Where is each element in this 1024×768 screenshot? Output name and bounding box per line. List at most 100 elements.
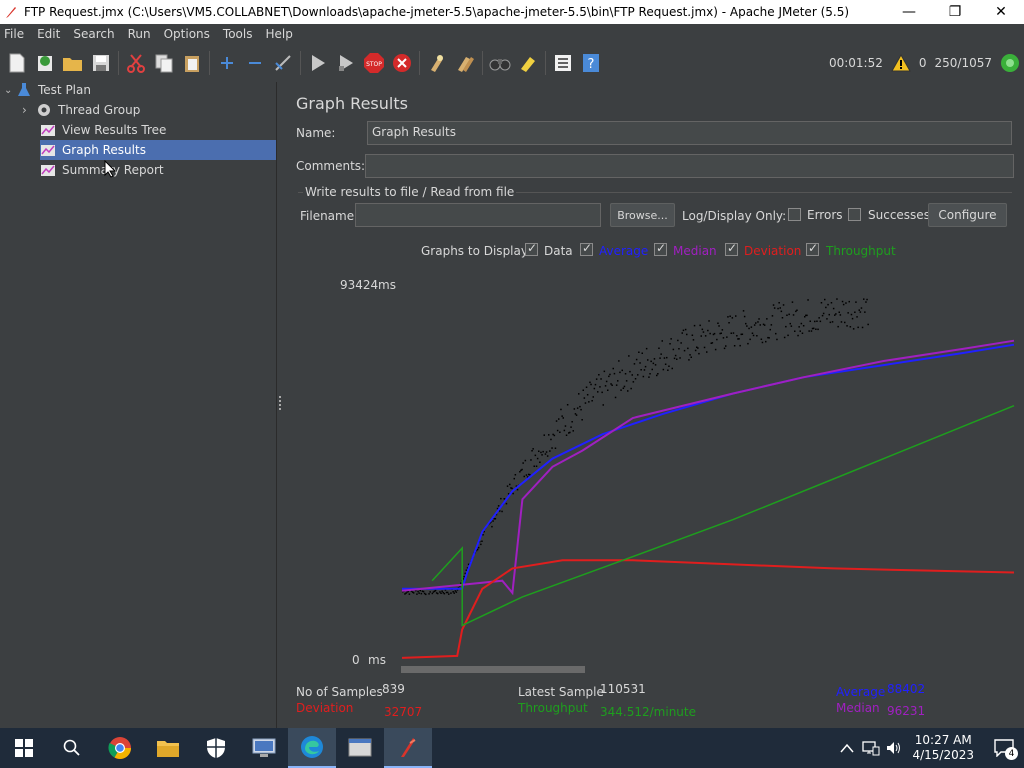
- data-point: [604, 385, 607, 387]
- data-point: [656, 374, 658, 377]
- median-stat-value: 96231: [887, 704, 926, 718]
- data-checkbox[interactable]: [525, 241, 538, 256]
- data-point: [524, 459, 527, 462]
- start-icon[interactable]: [307, 52, 329, 74]
- menu-run[interactable]: Run: [123, 27, 159, 41]
- tree-item-view-results-tree[interactable]: View Results Tree: [40, 120, 276, 140]
- tree-expanded-chevron-icon[interactable]: ⌄: [4, 85, 16, 96]
- edge-taskbar-button[interactable]: [288, 728, 336, 768]
- jmeter-taskbar-button[interactable]: [384, 728, 432, 768]
- tree-item-summary-report[interactable]: Summary Report: [40, 160, 276, 180]
- start-button[interactable]: [0, 728, 48, 768]
- close-button[interactable]: ✕: [978, 0, 1024, 24]
- remote-desktop-taskbar-button[interactable]: [240, 728, 288, 768]
- tree-item-test-plan[interactable]: ⌄ Test Plan: [4, 80, 276, 100]
- errors-checkbox[interactable]: [788, 208, 801, 221]
- filename-input[interactable]: [355, 203, 601, 227]
- data-point: [743, 315, 746, 318]
- save-icon[interactable]: [90, 52, 112, 74]
- data-point: [696, 346, 698, 348]
- paste-icon[interactable]: [181, 52, 203, 74]
- data-point: [579, 405, 581, 408]
- chrome-taskbar-button[interactable]: [96, 728, 144, 768]
- data-point: [759, 324, 761, 326]
- graph-scrollbar[interactable]: [401, 666, 585, 673]
- menu-search[interactable]: Search: [68, 27, 122, 41]
- help-icon[interactable]: ?: [580, 52, 602, 74]
- average-checkbox[interactable]: [580, 241, 593, 256]
- listener-chart-icon: [41, 125, 55, 136]
- toolbar-separator: [118, 51, 119, 75]
- chevron-up-icon[interactable]: [840, 743, 855, 753]
- successes-checkbox[interactable]: [848, 208, 861, 221]
- data-point: [714, 348, 717, 351]
- open-icon[interactable]: [62, 52, 84, 74]
- data-point: [531, 450, 533, 452]
- clock[interactable]: 10:27 AM 4/15/2023: [912, 733, 974, 763]
- search-taskbar-button[interactable]: [48, 728, 96, 768]
- collapse-icon[interactable]: [244, 52, 266, 74]
- data-point: [791, 301, 794, 303]
- network-icon[interactable]: [862, 740, 880, 756]
- comments-field[interactable]: [365, 154, 1014, 178]
- file-explorer-taskbar-button[interactable]: [144, 728, 192, 768]
- warning-icon[interactable]: [891, 54, 911, 72]
- reset-search-icon[interactable]: [517, 52, 539, 74]
- new-icon[interactable]: [6, 52, 28, 74]
- median-checkbox[interactable]: [654, 241, 667, 256]
- data-point: [799, 330, 801, 332]
- data-point: [758, 318, 760, 320]
- shutdown-icon[interactable]: [391, 52, 413, 74]
- configure-button[interactable]: Configure: [928, 203, 1007, 227]
- menu-edit[interactable]: Edit: [32, 27, 68, 41]
- tree-item-graph-results[interactable]: Graph Results: [40, 140, 276, 160]
- stop-icon[interactable]: STOP: [363, 52, 385, 74]
- data-point: [614, 396, 617, 399]
- minimize-button[interactable]: —: [886, 0, 932, 24]
- notifications-button[interactable]: 4: [984, 728, 1024, 768]
- menu-help[interactable]: Help: [260, 27, 300, 41]
- data-point: [644, 365, 647, 368]
- data-point: [528, 473, 530, 476]
- tree-collapsed-chevron-icon[interactable]: ›: [22, 103, 36, 117]
- search-binoculars-icon[interactable]: [489, 52, 511, 74]
- data-point: [460, 582, 462, 584]
- split-pane-divider[interactable]: [276, 82, 282, 728]
- data-point: [430, 588, 432, 590]
- data-point: [523, 475, 525, 478]
- data-point: [581, 419, 583, 421]
- data-point: [738, 338, 740, 340]
- data-point: [457, 587, 460, 589]
- deviation-checkbox[interactable]: [725, 241, 738, 256]
- clear-all-icon[interactable]: [454, 52, 476, 74]
- security-taskbar-button[interactable]: [192, 728, 240, 768]
- templates-icon[interactable]: [34, 52, 56, 74]
- browse-button[interactable]: Browse...: [610, 203, 675, 227]
- settings-taskbar-button[interactable]: [336, 728, 384, 768]
- data-point: [589, 381, 591, 384]
- volume-icon[interactable]: [886, 740, 902, 756]
- menu-file[interactable]: File: [0, 27, 32, 41]
- data-point: [425, 593, 427, 596]
- menu-tools[interactable]: Tools: [218, 27, 261, 41]
- function-helper-icon[interactable]: [552, 52, 574, 74]
- toggle-icon[interactable]: [272, 52, 294, 74]
- cut-icon[interactable]: [125, 52, 147, 74]
- splitter-grip[interactable]: [279, 396, 281, 410]
- clear-icon[interactable]: [426, 52, 448, 74]
- throughput-checkbox[interactable]: [806, 241, 819, 256]
- menu-options[interactable]: Options: [159, 27, 218, 41]
- data-point: [649, 373, 651, 375]
- data-point: [479, 540, 481, 543]
- toolbar-separator: [300, 51, 301, 75]
- data-point: [499, 510, 501, 512]
- copy-icon[interactable]: [153, 52, 175, 74]
- data-point: [811, 327, 814, 330]
- name-field[interactable]: Graph Results: [367, 121, 1012, 145]
- data-point: [470, 560, 472, 563]
- expand-icon[interactable]: [216, 52, 238, 74]
- maximize-button[interactable]: ❐: [932, 0, 978, 24]
- start-no-timers-icon[interactable]: [335, 52, 357, 74]
- data-point: [617, 380, 619, 382]
- tree-item-thread-group[interactable]: › Thread Group: [22, 100, 276, 120]
